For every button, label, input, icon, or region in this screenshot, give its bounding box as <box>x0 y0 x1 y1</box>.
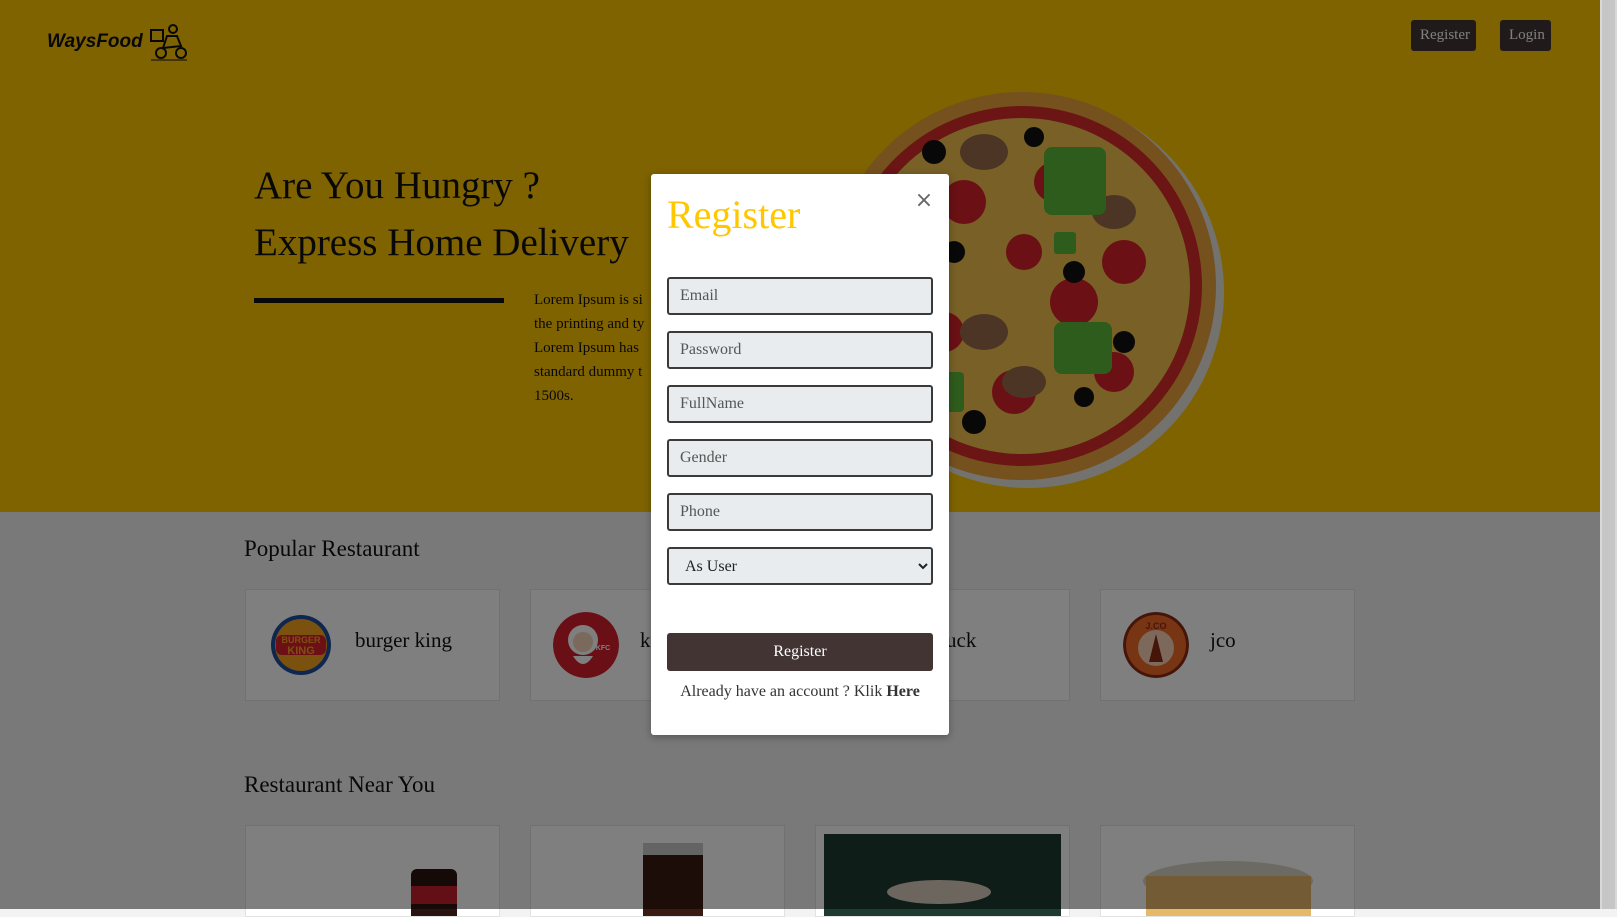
login-link[interactable]: Here <box>886 683 919 700</box>
email-field[interactable] <box>667 277 933 315</box>
scrollbar-thumb[interactable] <box>1602 0 1615 909</box>
password-field[interactable] <box>667 331 933 369</box>
close-icon[interactable]: × <box>913 190 935 212</box>
register-submit-button[interactable]: Register <box>667 633 933 671</box>
switch-prefix: Already have an account ? Klik <box>680 683 887 700</box>
login-switch-text: Already have an account ? Klik Here <box>651 683 949 701</box>
page-scrollbar[interactable] <box>1600 0 1617 909</box>
page: WaysFood Register Login Are You Hungry ?… <box>0 0 1600 917</box>
phone-field[interactable] <box>667 493 933 531</box>
role-select[interactable]: As User <box>667 547 933 585</box>
gender-field[interactable] <box>667 439 933 477</box>
modal-title: Register <box>667 192 801 237</box>
register-modal: Register × As User Register Already have… <box>651 174 949 735</box>
fullname-field[interactable] <box>667 385 933 423</box>
